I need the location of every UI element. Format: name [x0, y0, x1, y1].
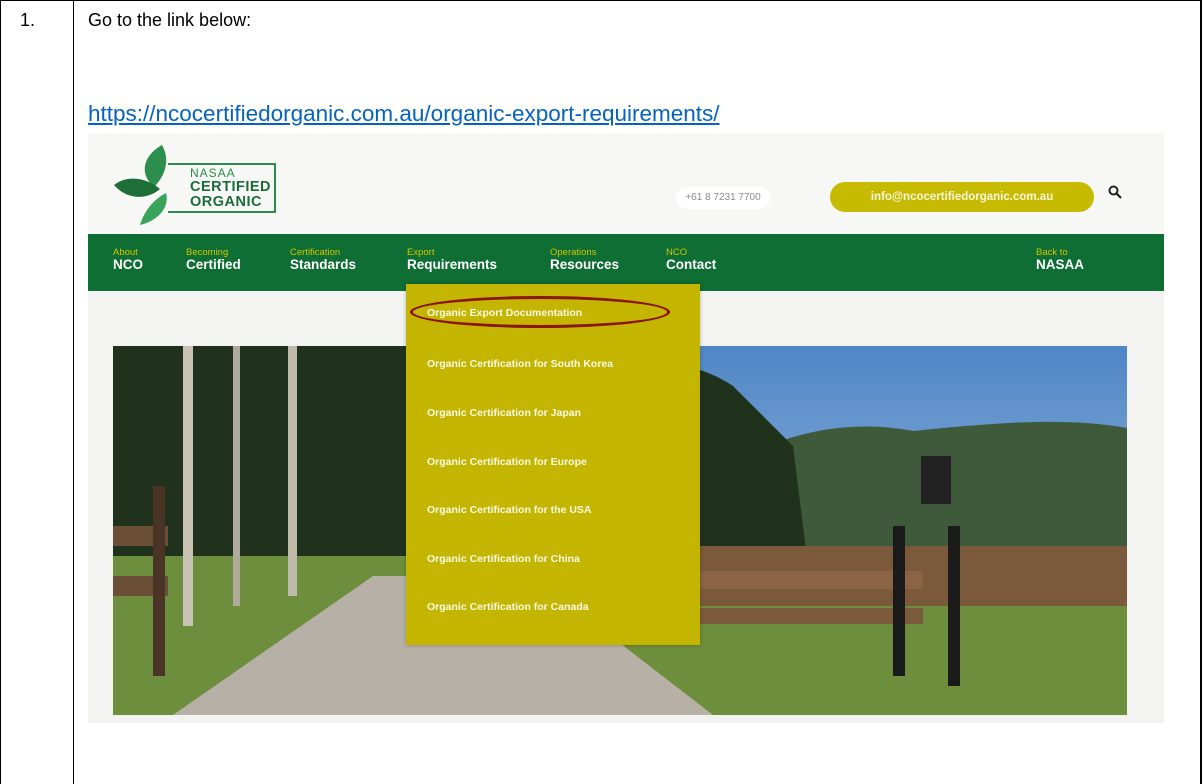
dropdown-item-japan[interactable]: Organic Certification for Japan	[427, 407, 581, 419]
nav-item-label: Standards	[290, 256, 357, 272]
nav-item-becoming-certified[interactable]: Becoming Certified	[186, 248, 241, 272]
logo-organic-text: ORGANIC	[190, 193, 262, 210]
nav-item-label: Resources	[550, 256, 620, 272]
dropdown-item-europe[interactable]: Organic Certification for Europe	[427, 456, 587, 468]
export-requirements-link[interactable]: https://ncocertifiedorganic.com.au/organ…	[88, 101, 720, 127]
dropdown-item-china[interactable]: Organic Certification for China	[427, 553, 580, 565]
main-nav: About NCO Becoming Certified Certificati…	[88, 234, 1164, 291]
table-border-left	[0, 0, 1, 784]
nav-item-label: Contact	[666, 256, 717, 272]
step-number: 1.	[20, 10, 36, 30]
nav-item-about[interactable]: About NCO	[113, 248, 143, 272]
nav-item-label: NCO	[113, 256, 143, 272]
dropdown-item-usa[interactable]: Organic Certification for the USA	[427, 504, 592, 516]
nav-item-export-requirements[interactable]: Export Requirements	[407, 248, 497, 272]
nav-item-standards[interactable]: Certification Standards	[290, 248, 356, 272]
nav-item-contact[interactable]: NCO Contact	[666, 248, 716, 272]
website-screenshot: NASAA CERTIFIED ORGANIC +61 8 7231 7700 …	[88, 133, 1164, 723]
dropdown-item-canada[interactable]: Organic Certification for Canada	[427, 601, 589, 613]
site-logo[interactable]: NASAA CERTIFIED ORGANIC	[190, 167, 271, 210]
dropdown-item-export-documentation[interactable]: Organic Export Documentation	[427, 307, 582, 319]
export-requirements-dropdown: Organic Export Documentation Organic Cer…	[406, 284, 700, 645]
step-instruction: Go to the link below:	[88, 10, 252, 30]
logo-certified-text: CERTIFIED	[190, 178, 272, 195]
logo-nasaa-text: NASAA	[190, 166, 236, 180]
phone-number[interactable]: +61 8 7231 7700	[676, 187, 770, 209]
nav-item-back-to-nasaa[interactable]: Back to NASAA	[1036, 248, 1084, 272]
table-border-top	[0, 0, 1202, 1]
nav-item-label: NASAA	[1036, 256, 1085, 272]
table-column-divider	[73, 0, 74, 784]
nav-item-resources[interactable]: Operations Resources	[550, 248, 619, 272]
nav-item-label: Requirements	[407, 256, 498, 272]
nav-item-label: Certified	[186, 256, 241, 272]
dropdown-item-south-korea[interactable]: Organic Certification for South Korea	[427, 358, 613, 370]
site-header: NASAA CERTIFIED ORGANIC +61 8 7231 7700 …	[88, 133, 1164, 234]
search-icon[interactable]	[1108, 185, 1122, 204]
email-button[interactable]: info@ncocertifiedorganic.com.au	[830, 182, 1094, 212]
